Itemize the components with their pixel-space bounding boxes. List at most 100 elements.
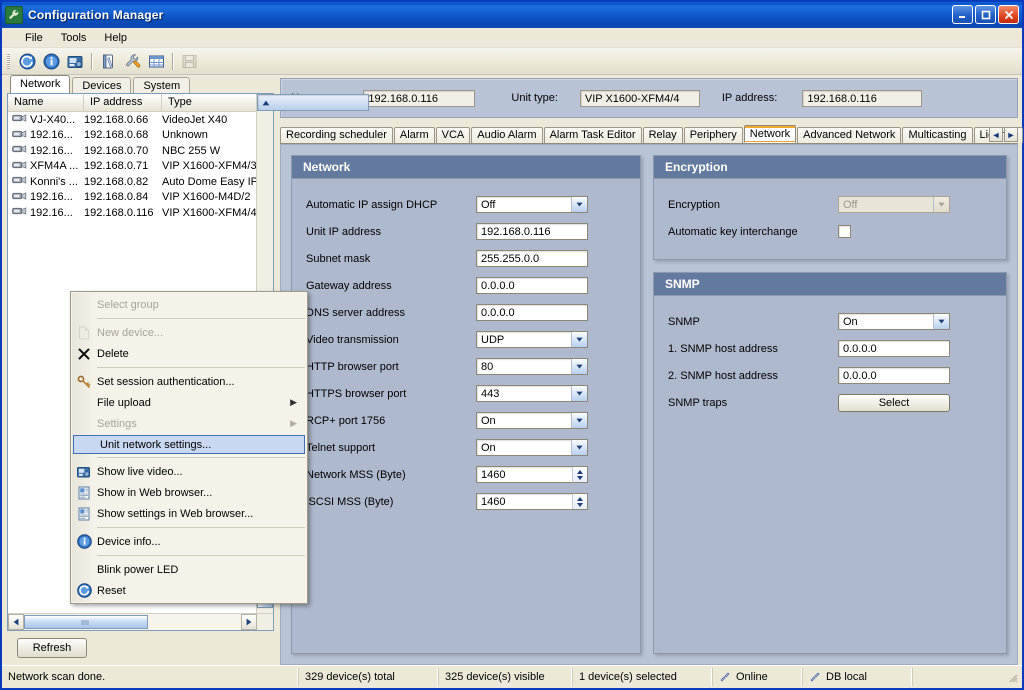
camera-icon <box>12 144 27 157</box>
device-list-hscrollbar[interactable] <box>8 613 273 630</box>
tab-prev-button[interactable]: ◄ <box>989 127 1003 142</box>
snmp-group-title: SNMP <box>654 273 1006 296</box>
unit-type-value[interactable]: VIP X1600-XFM4/4 <box>579 89 700 107</box>
save-icon <box>177 50 201 73</box>
context-menu-item-label: Reset <box>97 584 126 597</box>
config-tab-periphery[interactable]: Periphery <box>683 127 743 143</box>
unit-ip-address-input[interactable]: 192.168.0.116 <box>476 223 588 240</box>
context-menu-item-reset[interactable]: Reset <box>71 580 307 601</box>
iscsi-mss-byte-stepper[interactable]: 1460 <box>476 493 588 510</box>
online-label: Online <box>736 671 768 683</box>
status-visible: 325 device(s) visible <box>438 668 572 686</box>
spinner-arrows-icon[interactable] <box>572 494 587 509</box>
1-snmp-host-address-input[interactable]: 0.0.0.0 <box>838 340 950 357</box>
field-row: HTTPS browser port 443 <box>306 380 626 407</box>
network-mss-byte-stepper[interactable]: 1460 <box>476 466 588 483</box>
menu-tools[interactable]: Tools <box>52 30 96 46</box>
ip-address-value[interactable]: 192.168.0.116 <box>802 89 923 107</box>
field-label: Telnet support <box>306 441 376 454</box>
close-button[interactable] <box>998 5 1019 24</box>
table-icon[interactable] <box>144 50 168 73</box>
scroll-up-button[interactable] <box>257 94 369 111</box>
table-row[interactable]: 192.16... 192.168.0.84 VIP X1600-M4D/2 <box>8 190 273 206</box>
video-transmission-select[interactable]: UDP <box>476 331 588 348</box>
hscroll-thumb[interactable] <box>24 615 148 629</box>
column-header-name[interactable]: Name <box>8 94 84 111</box>
context-menu-item-show-live-video[interactable]: Show live video... <box>71 461 307 482</box>
table-row[interactable]: Konni's ... 192.168.0.82 Auto Dome Easy IP <box>8 174 273 190</box>
wrench-icon[interactable] <box>120 50 144 73</box>
snmp-select[interactable]: On <box>838 313 950 330</box>
table-row[interactable]: 192.16... 192.168.0.68 Unknown <box>8 128 273 144</box>
context-menu-item-blink-power-led[interactable]: Blink power LED <box>71 559 307 580</box>
field-row: DNS server address 0.0.0.0 <box>306 299 626 326</box>
config-tab-network[interactable]: Network <box>743 125 797 143</box>
config-tab-advanced-network[interactable]: Advanced Network <box>797 127 902 143</box>
table-row[interactable]: VJ-X40... 192.168.0.66 VideoJet X40 <box>8 112 273 128</box>
table-row[interactable]: 192.16... 192.168.0.116 VIP X1600-XFM4/4 <box>8 205 273 221</box>
live-video-icon[interactable] <box>63 50 87 73</box>
scroll-left-button[interactable] <box>8 614 24 630</box>
toolbar-grip[interactable] <box>7 53 10 69</box>
http-browser-port-select[interactable]: 80 <box>476 358 588 375</box>
context-menu-item-device-info[interactable]: Device info... <box>71 531 307 552</box>
context-menu-item-label: Select group <box>97 298 159 311</box>
config-tab-relay[interactable]: Relay <box>642 127 683 143</box>
device-ip-cell: 192.168.0.116 <box>84 206 154 219</box>
info-icon[interactable] <box>39 50 63 73</box>
context-menu-item-show-in-web-browser[interactable]: Show in Web browser... <box>71 482 307 503</box>
chevron-down-icon <box>571 440 587 455</box>
select-value: On <box>481 414 496 427</box>
config-tab-audio-alarm[interactable]: Audio Alarm <box>471 127 543 143</box>
notebook-icon[interactable] <box>96 50 120 73</box>
https-browser-port-select[interactable]: 443 <box>476 385 588 402</box>
context-menu-item-delete[interactable]: Delete <box>71 343 307 364</box>
gateway-address-input[interactable]: 0.0.0.0 <box>476 277 588 294</box>
menu-help[interactable]: Help <box>95 30 136 46</box>
menu-file[interactable]: File <box>16 30 52 46</box>
table-row[interactable]: XFM4A ... 192.168.0.71 VIP X1600-XFM4/3 <box>8 159 273 175</box>
field-row: Automatic key interchange <box>668 218 992 245</box>
tab-next-button[interactable]: ► <box>1004 127 1018 142</box>
maximize-button[interactable] <box>975 5 996 24</box>
refresh-icon[interactable] <box>15 50 39 73</box>
context-menu-item-unit-network-settings[interactable]: Unit network settings... <box>73 435 305 454</box>
spinner-arrows-icon[interactable] <box>572 467 587 482</box>
context-menu-item-show-settings-in-web-browser[interactable]: Show settings in Web browser... <box>71 503 307 524</box>
table-row[interactable]: 192.16... 192.168.0.70 NBC 255 W <box>8 143 273 159</box>
minimize-button[interactable] <box>952 5 973 24</box>
automatic-ip-assign-dhcp-select[interactable]: Off <box>476 196 588 213</box>
config-tab-multicasting[interactable]: Multicasting <box>902 127 973 143</box>
telnet-support-select[interactable]: On <box>476 439 588 456</box>
tab-system[interactable]: System <box>133 77 191 93</box>
context-menu-item-new-device: New device... <box>71 322 307 343</box>
main-body: Network Devices System Name IP address T… <box>2 75 1024 665</box>
refresh-button[interactable]: Refresh <box>17 638 87 658</box>
config-tab-recording-scheduler[interactable]: Recording scheduler <box>280 127 393 143</box>
config-tab-alarm[interactable]: Alarm <box>393 127 435 143</box>
subnet-mask-input[interactable]: 255.255.0.0 <box>476 250 588 267</box>
context-menu-item-set-session-authentication[interactable]: Set session authentication... <box>71 371 307 392</box>
dns-server-address-input[interactable]: 0.0.0.0 <box>476 304 588 321</box>
tab-network[interactable]: Network <box>10 75 71 93</box>
snmp-traps-button[interactable]: Select <box>838 393 950 412</box>
tab-devices[interactable]: Devices <box>72 77 132 93</box>
column-header-ip[interactable]: IP address <box>84 94 162 111</box>
device-name-cell: Konni's ... <box>8 175 84 188</box>
name-value[interactable]: 192.168.0.116 <box>363 89 476 107</box>
field-row: Unit IP address 192.168.0.116 <box>306 218 626 245</box>
automatic-key-interchange-checkbox[interactable] <box>838 225 851 238</box>
2-snmp-host-address-input[interactable]: 0.0.0.0 <box>838 367 950 384</box>
device-name-cell: 192.16... <box>8 144 84 157</box>
select-value: 443 <box>481 387 500 400</box>
context-menu-item-label: Show live video... <box>97 465 183 478</box>
config-tab-alarm-task-editor[interactable]: Alarm Task Editor <box>543 127 642 143</box>
resize-grip[interactable] <box>1005 670 1019 684</box>
field-control: On <box>476 439 588 456</box>
rcp-port-1756-select[interactable]: On <box>476 412 588 429</box>
context-menu-item-file-upload[interactable]: File upload ▶ <box>71 392 307 413</box>
context-menu-item-label: File upload <box>97 396 151 409</box>
config-tab-vca[interactable]: VCA <box>435 127 471 143</box>
scroll-right-button[interactable] <box>241 614 257 630</box>
status-online: Online <box>712 668 802 686</box>
